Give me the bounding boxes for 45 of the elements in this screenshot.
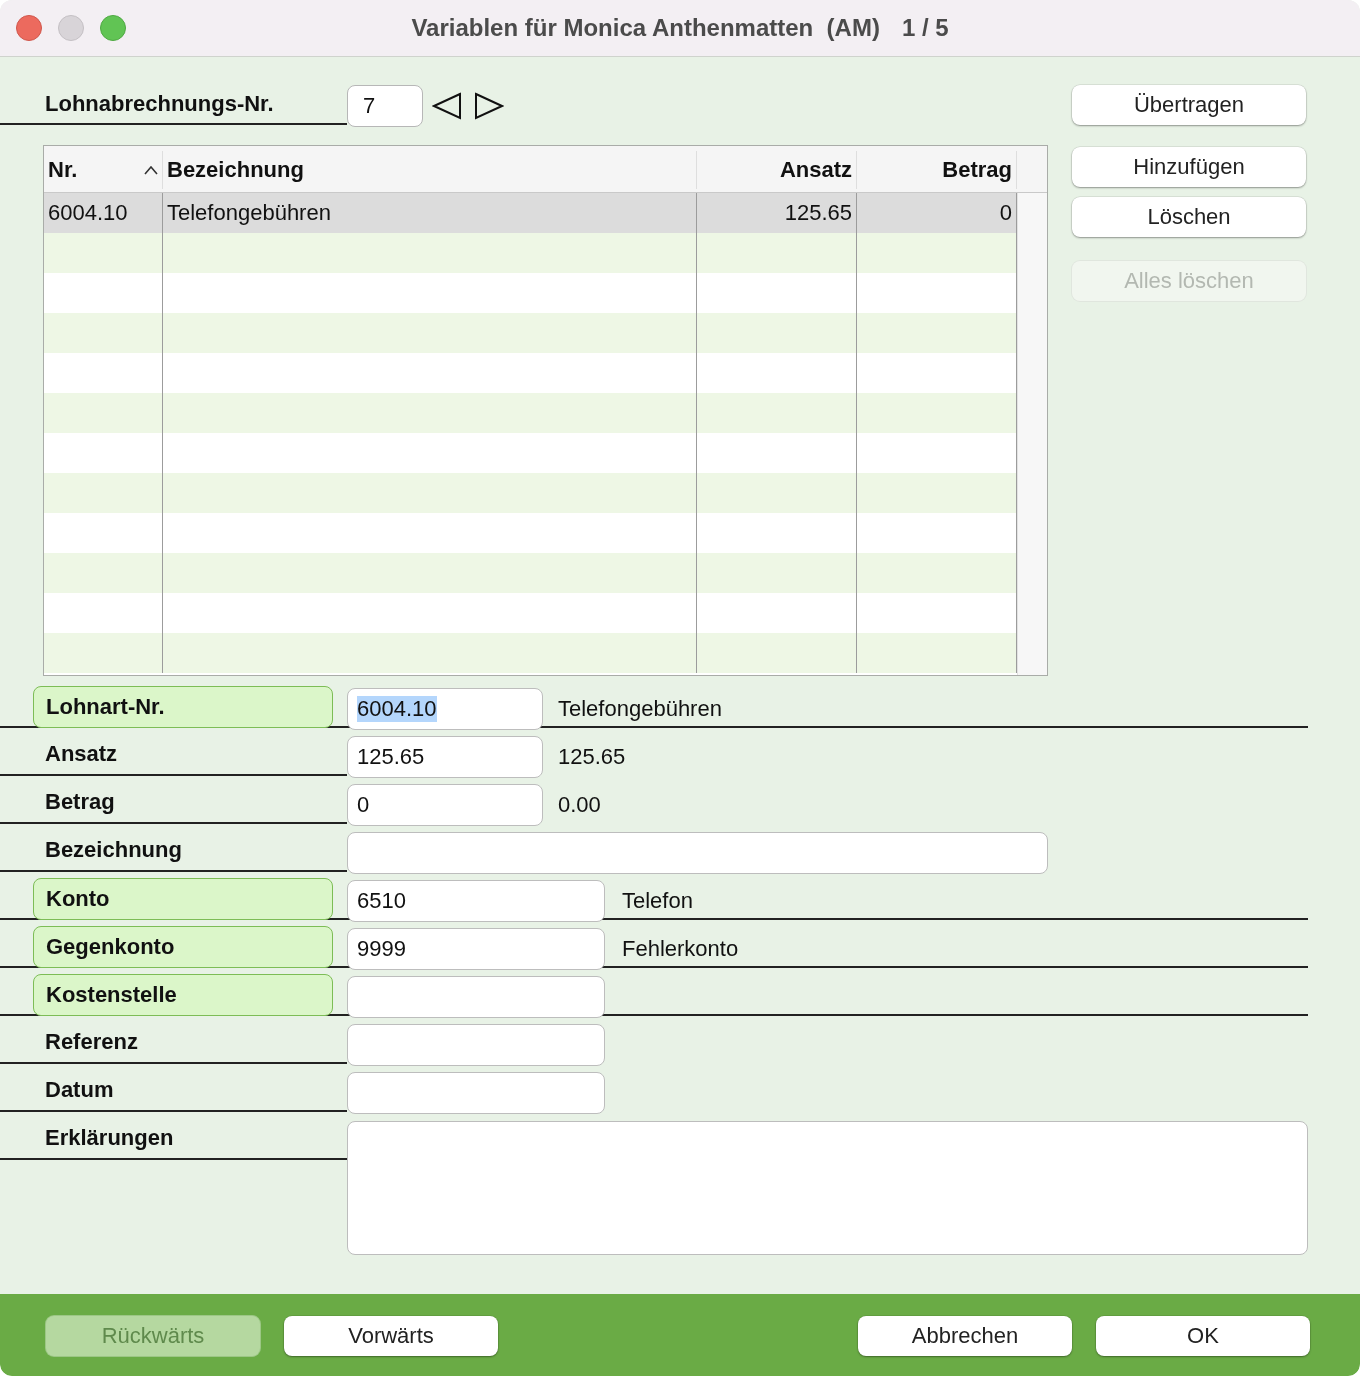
- close-button[interactable]: [16, 15, 42, 41]
- action-button[interactable]: Übertragen: [1072, 85, 1306, 125]
- field-label: Datum: [44, 1076, 115, 1104]
- input-field[interactable]: 7: [347, 85, 423, 127]
- input-field[interactable]: [347, 832, 1048, 874]
- column-header[interactable]: Betrag: [857, 151, 1017, 189]
- action-button[interactable]: OK: [1096, 1316, 1310, 1356]
- field-description: 0.00: [558, 791, 601, 819]
- column-header[interactable]: Bezeichnung: [163, 151, 697, 189]
- field-label: Lohnabrechnungs-Nr.: [45, 91, 274, 117]
- input-field[interactable]: [347, 1024, 605, 1066]
- action-button[interactable]: Vorwärts: [284, 1316, 498, 1356]
- table-row[interactable]: 6004.10 Telefongebühren 125.65 0: [44, 193, 1017, 233]
- field-description: Telefon: [622, 887, 693, 915]
- next-icon[interactable]: [474, 92, 504, 120]
- action-button[interactable]: Abbrechen: [858, 1316, 1072, 1356]
- field-label: Lohnart-Nr.: [33, 686, 333, 728]
- field-label: Betrag: [44, 788, 116, 816]
- field-description: 125.65: [558, 743, 626, 771]
- input-field[interactable]: [347, 976, 605, 1018]
- field-label: Ansatz: [44, 740, 119, 768]
- previous-icon[interactable]: [432, 92, 462, 120]
- field-label: Gegenkonto: [33, 926, 333, 968]
- column-header[interactable]: Nr.: [44, 151, 163, 189]
- input-field[interactable]: 0: [347, 784, 543, 826]
- input-field[interactable]: 6510: [347, 880, 605, 922]
- minimize-button[interactable]: [58, 15, 84, 41]
- zoom-button[interactable]: [100, 15, 126, 41]
- input-field[interactable]: 125.65: [347, 736, 543, 778]
- field-label: Kostenstelle: [33, 974, 333, 1016]
- column-header[interactable]: Ansatz: [697, 151, 857, 189]
- field-label: Bezeichnung: [44, 836, 183, 864]
- window-title: Variablen für Monica Anthenmatten (AM): [411, 14, 880, 42]
- field-description: Fehlerkonto: [622, 935, 739, 963]
- field-label: Konto: [33, 878, 333, 920]
- text-area[interactable]: [347, 1121, 1308, 1255]
- field-label: Erklärungen: [44, 1124, 175, 1152]
- record-counter: 1 / 5: [901, 14, 949, 42]
- action-button[interactable]: Löschen: [1072, 197, 1306, 237]
- input-field[interactable]: 9999: [347, 928, 605, 970]
- action-button[interactable]: Hinzufügen: [1072, 147, 1306, 187]
- field-description: Telefongebühren: [558, 695, 722, 723]
- input-field[interactable]: 6004.10: [347, 688, 543, 730]
- field-label: Referenz: [44, 1028, 139, 1056]
- input-field[interactable]: [347, 1072, 605, 1114]
